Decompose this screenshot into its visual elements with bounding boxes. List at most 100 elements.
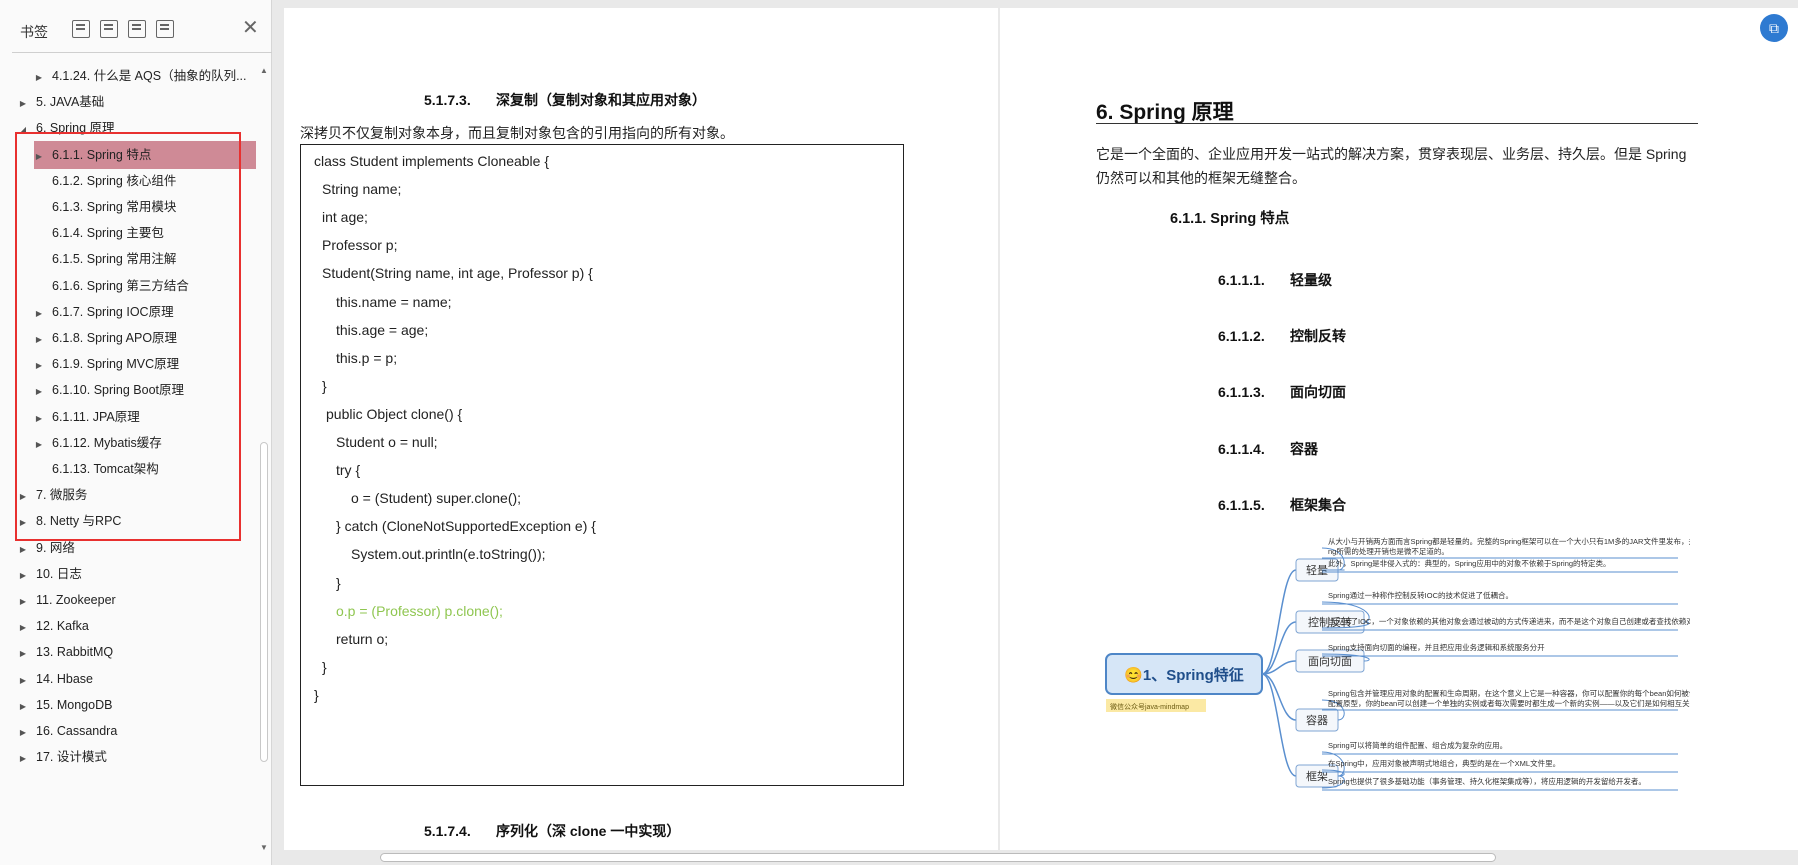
subsection-heading: 6.1.1.3. 面向切面: [1218, 382, 1346, 402]
bookmark-label: 5. JAVA基础: [36, 95, 105, 110]
heading-text: 序列化（深 clone 一中实现）: [496, 823, 681, 839]
mindmap-note-cont: 配置原型，你的bean可以创建一个单独的实例或者每次需要时都生成一个新的实例——…: [1328, 698, 1690, 708]
bookmark-item[interactable]: ▶ 9. 网络: [18, 534, 75, 562]
mindmap-note: Spring包含并管理应用对象的配置和生命周期，在这个意义上它是一种容器，你可以…: [1328, 688, 1690, 698]
bookmark-label: 14. Hbase: [36, 671, 93, 686]
code-line: Professor p;: [322, 237, 398, 254]
subsection-heading: 6.1.1.2. 控制反转: [1218, 326, 1346, 346]
subsection-text: 容器: [1290, 440, 1318, 457]
bookmark-label: 6.1.5. Spring 常用注解: [52, 252, 177, 267]
bookmark-item[interactable]: 6.1.5. Spring 常用注解: [34, 245, 176, 273]
bookmark-label: 6.1.4. Spring 主要包: [52, 226, 164, 241]
bookmark-item[interactable]: ◢ 6. Spring 原理: [18, 114, 115, 142]
subsection-number: 6.1.1.2.: [1218, 328, 1265, 345]
caret-down-icon[interactable]: ◢: [18, 116, 28, 144]
code-line: String name;: [322, 181, 402, 198]
code-line: Student o = null;: [336, 434, 438, 450]
code-line: System.out.println(e.toString());: [351, 546, 546, 563]
horizontal-scroll-thumb[interactable]: [380, 853, 1496, 862]
floating-tool-icon[interactable]: ⧉: [1760, 14, 1788, 42]
bookmark-item[interactable]: 6.1.4. Spring 主要包: [34, 219, 164, 247]
bookmark-item[interactable]: ▶ 6.1.11. JPA原理: [34, 403, 140, 431]
mindmap-connector: [1261, 621, 1297, 675]
mindmap-note: 在Spring中，应用对象被声明式地组合，典型的是在一个XML文件里。: [1328, 758, 1560, 768]
sidebar-scroll-thumb[interactable]: [260, 442, 268, 762]
horizontal-scrollbar[interactable]: [272, 850, 1798, 865]
subsection-number: 6.1.1.3.: [1218, 384, 1265, 401]
mindmap-connector: [1261, 569, 1297, 675]
bookmark-item[interactable]: ▶ 4.1.24. 什么是 AQS（抽象的队列...: [34, 62, 247, 90]
code-line: try {: [336, 462, 361, 479]
section-heading-spring-features: 6.1.1. Spring 特点: [1170, 211, 1290, 227]
bookmark-item[interactable]: ▶ 6.1.12. Mybatis缓存: [34, 429, 162, 457]
subsection-text: 控制反转: [1290, 328, 1346, 345]
mindmap-note: 从大小与开销两方面而言Spring都是轻量的。完整的Spring框架可以在一个大…: [1328, 536, 1690, 546]
bookmark-label: 6.1.13. Tomcat架构: [52, 462, 159, 476]
bookmark-collapse-icon[interactable]: [100, 20, 118, 38]
code-line: public Object clone() {: [326, 405, 463, 422]
code-line: } catch (CloneNotSupportedException e) {: [336, 518, 596, 535]
bookmark-item[interactable]: ▶ 16. Cassandra: [18, 717, 117, 745]
bookmark-add-icon[interactable]: [128, 20, 146, 38]
code-line: }: [314, 686, 319, 703]
bookmark-item[interactable]: ▶ 6.1.10. Spring Boot原理: [34, 376, 184, 404]
bookmark-label: 16. Cassandra: [36, 724, 118, 738]
bookmark-item[interactable]: 6.1.2. Spring 核心组件: [34, 167, 176, 195]
sidebar-header: 书签 ✕: [0, 0, 272, 56]
bookmark-item[interactable]: ▶ 6.1.1. Spring 特点: [34, 140, 256, 169]
bookmark-label: 6.1.12. Mybatis缓存: [52, 435, 162, 450]
document-viewer: 5.1.7.3. 深复制（复制对象和其应用对象） 深拷贝不仅复制对象本身，而且复制…: [272, 0, 1798, 865]
bookmark-item[interactable]: ▶ 5. JAVA基础: [18, 88, 104, 116]
code-line: }: [322, 658, 327, 675]
bookmark-item[interactable]: ▶ 6.1.7. Spring IOC原理: [34, 298, 174, 326]
sidebar-divider: [12, 52, 272, 53]
bookmark-item[interactable]: ▶ 6.1.9. Spring MVC原理: [34, 350, 179, 378]
scroll-up-icon[interactable]: ▲: [260, 66, 268, 75]
bookmark-label: 13. RabbitMQ: [36, 645, 114, 660]
bookmark-item[interactable]: 6.1.6. Spring 第三方结合: [34, 272, 189, 300]
subsection-heading: 6.1.1.4. 容器: [1218, 439, 1318, 459]
bookmark-item[interactable]: ▶ 13. RabbitMQ: [18, 638, 113, 666]
code-line: this.p = p;: [336, 349, 398, 366]
code-line: o.p = (Professor) p.clone();: [336, 602, 503, 619]
bookmark-item[interactable]: ▶ 10. 日志: [18, 560, 82, 588]
mindmap-note: 此外，Spring是非侵入式的：典型的，Spring应用中的对象不依赖于Spri…: [1328, 558, 1611, 568]
bookmark-item[interactable]: ▶ 7. 微服务: [18, 481, 87, 509]
sidebar-scrollbar[interactable]: ▲ ▼: [258, 62, 270, 857]
mindmap-note: Spring也提供了很多基础功能（事务管理、持久化框架集成等），将应用逻辑的开发…: [1328, 776, 1646, 786]
mindmap-connector: [1261, 673, 1297, 721]
bookmark-item[interactable]: ▶ 17. 设计模式: [18, 743, 107, 771]
bookmark-label: 6.1.10. Spring Boot原理: [52, 383, 185, 398]
close-icon[interactable]: ✕: [242, 18, 259, 38]
bookmark-expand-icon[interactable]: [72, 20, 90, 38]
mindmap-branch-label: 容器: [1306, 713, 1328, 727]
mindmap-note: Spring支持面向切面的编程，并且把应用业务逻辑和系统服务分开: [1328, 642, 1545, 652]
caret-right-icon[interactable]: ▶: [18, 745, 28, 773]
bookmark-item[interactable]: ▶ 8. Netty 与RPC: [18, 507, 122, 535]
bookmark-label: 11. Zookeeper: [36, 593, 116, 607]
code-line: class Student implements Cloneable {: [314, 153, 550, 169]
subsection-heading: 6.1.1.5. 框架集合: [1218, 495, 1346, 515]
mindmap-note: Spring可以将简单的组件配置、组合成为复杂的应用。: [1328, 740, 1507, 750]
bookmark-item[interactable]: 6.1.3. Spring 常用模块: [34, 193, 176, 221]
heading-number: 5.1.7.3.: [424, 92, 471, 108]
bookmark-label: 6. Spring 原理: [36, 121, 115, 136]
intro-paragraph: 它是一个全面的、企业应用开发一站式的解决方案，贯穿表现层、业务层、持久层。但是 …: [1096, 146, 1687, 186]
bookmark-item[interactable]: ▶ 6.1.8. Spring APO原理: [34, 324, 177, 352]
bookmark-item[interactable]: ▶ 14. Hbase: [18, 665, 93, 693]
bookmark-item[interactable]: ▶ 15. MongoDB: [18, 691, 113, 719]
bookmark-item[interactable]: ▶ 11. Zookeeper: [18, 586, 116, 614]
subsection-heading: 6.1.1.1. 轻量级: [1218, 270, 1332, 290]
bookmark-tree: ▶ 4.1.24. 什么是 AQS（抽象的队列... ▶ 5. JAVA基础 ◢ 6. S…: [0, 62, 258, 862]
bookmark-label: 7. 微服务: [36, 488, 88, 503]
bookmark-options-icon[interactable]: [156, 20, 174, 38]
bookmark-label: 6.1.7. Spring IOC原理: [52, 304, 174, 319]
bookmark-item[interactable]: ▶ 12. Kafka: [18, 612, 89, 640]
scroll-down-icon[interactable]: ▼: [260, 843, 268, 852]
bookmark-label: 9. 网络: [36, 540, 75, 555]
subsection-text: 面向切面: [1290, 384, 1346, 401]
bookmark-item[interactable]: 6.1.13. Tomcat架构: [34, 455, 159, 483]
subsection-text: 框架集合: [1290, 496, 1346, 513]
chapter-title: 6. Spring 原理: [1096, 101, 1234, 124]
title-underline: [1096, 123, 1698, 124]
